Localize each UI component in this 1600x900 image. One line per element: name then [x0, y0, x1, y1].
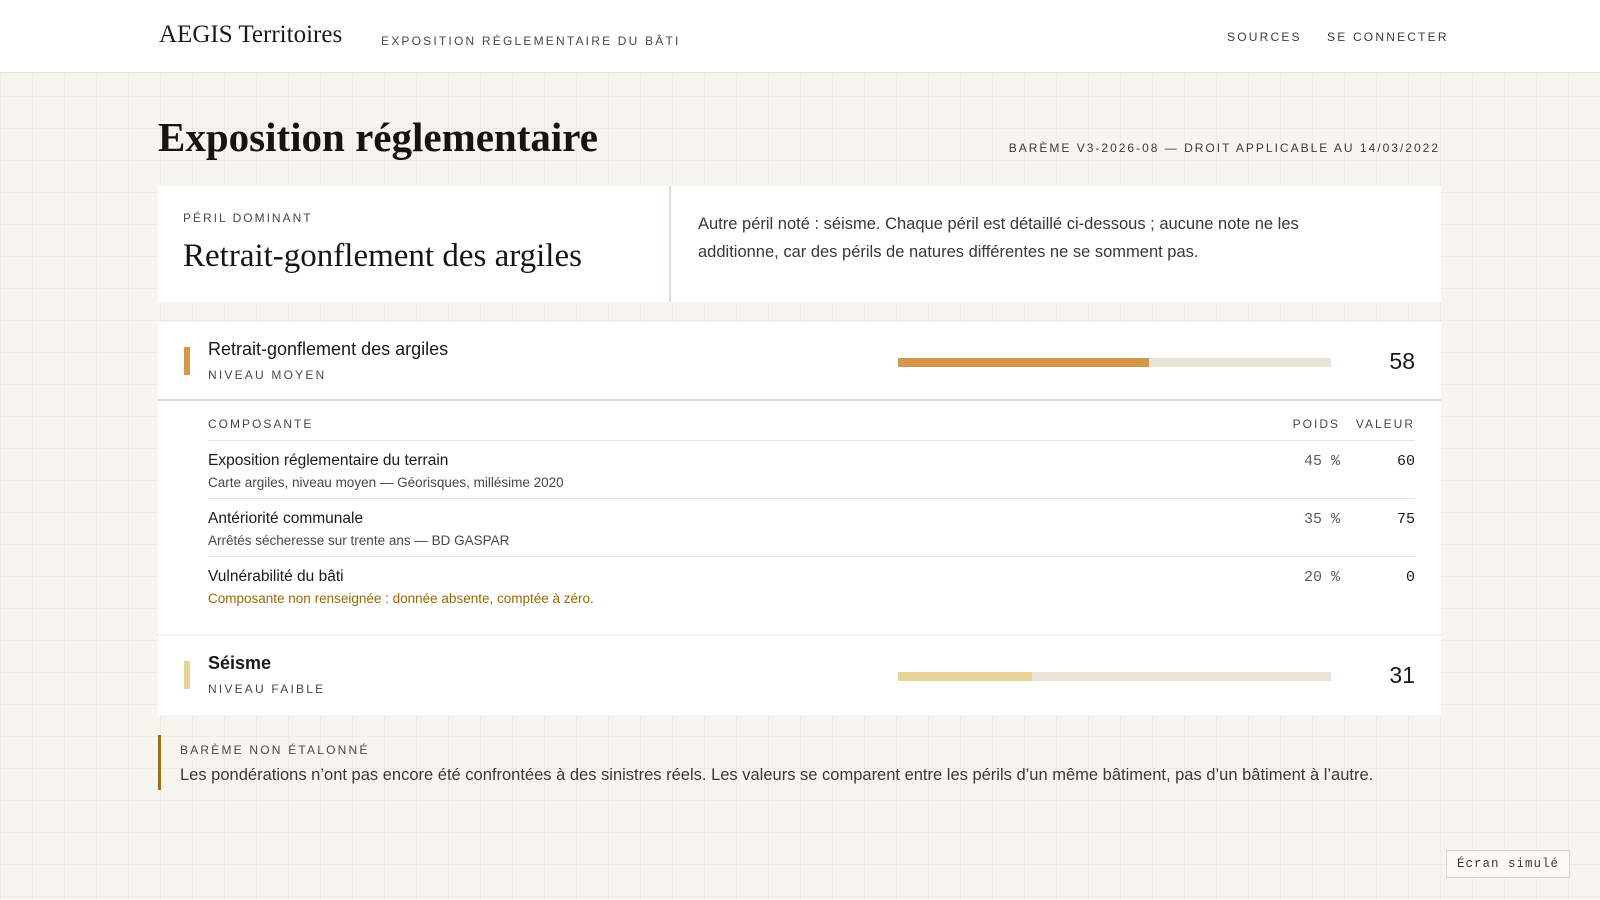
component-name: Exposition réglementaire du terrain	[208, 452, 449, 469]
brand-tagline: EXPOSITION RÉGLEMENTAIRE DU BÂTI	[381, 34, 681, 48]
summary-note: Autre péril noté : séisme. Chaque péril …	[698, 215, 1299, 261]
dominant-peril-name: Retrait-gonflement des argiles	[183, 238, 582, 274]
peril-color-marker	[184, 347, 190, 375]
peril-score-bar-fill	[898, 358, 1150, 367]
component-value: 0	[1405, 569, 1415, 586]
component-weight: 20 %	[1303, 569, 1340, 586]
dominant-peril-summary: PÉRIL DOMINANT Retrait-gonflement des ar…	[158, 186, 1441, 302]
components-table-header: COMPOSANTE POIDS VALEUR	[208, 401, 1415, 441]
peril-score-bar-fill	[898, 672, 1033, 681]
dominant-peril-kicker: PÉRIL DOMINANT	[183, 211, 313, 225]
component-weight: 35 %	[1303, 511, 1340, 528]
peril-level: NIVEAU MOYEN	[208, 368, 327, 382]
peril-name: Retrait-gonflement des argiles	[208, 339, 449, 359]
peril-header-argiles[interactable]: Retrait-gonflement des argiles NIVEAU MO…	[158, 322, 1441, 401]
component-source: Arrêtés sécheresse sur trente ans — BD G…	[208, 533, 510, 548]
brand-logo[interactable]: AEGIS Territoires	[159, 21, 342, 49]
component-missing-warning: Composante non renseignée : donnée absen…	[208, 591, 594, 606]
peril-card-argiles: Retrait-gonflement des argiles NIVEAU MO…	[158, 322, 1441, 634]
component-value: 75	[1396, 511, 1415, 528]
column-header-value: VALEUR	[1355, 417, 1415, 431]
component-weight: 45 %	[1303, 453, 1340, 470]
peril-card-seisme: Séisme NIVEAU FAIBLE 31	[158, 636, 1441, 715]
component-value: 60	[1396, 453, 1415, 470]
peril-score: 58	[1389, 348, 1415, 374]
page-title: Exposition réglementaire	[158, 114, 598, 160]
nav-sources-link[interactable]: SOURCES	[1227, 30, 1302, 44]
table-row: Exposition réglementaire du terrain Cart…	[208, 441, 1415, 499]
table-row: Vulnérabilité du bâti Composante non ren…	[208, 557, 1415, 615]
notice-title: BARÈME NON ÉTALONNÉ	[180, 743, 370, 757]
peril-color-marker	[184, 661, 190, 689]
component-source: Carte argiles, niveau moyen — Géorisques…	[208, 475, 564, 490]
peril-level: NIVEAU FAIBLE	[208, 682, 326, 696]
column-header-weight: POIDS	[1292, 417, 1340, 431]
components-table: COMPOSANTE POIDS VALEUR Exposition régle…	[208, 401, 1415, 615]
peril-header-seisme[interactable]: Séisme NIVEAU FAIBLE 31	[158, 636, 1441, 715]
bareme-meta: BARÈME V3-2026-08 — DROIT APPLICABLE AU …	[1008, 141, 1440, 155]
dominant-peril-panel: PÉRIL DOMINANT Retrait-gonflement des ar…	[158, 186, 671, 302]
peril-score-bar	[898, 672, 1331, 681]
component-name: Vulnérabilité du bâti	[208, 568, 344, 585]
peril-score: 31	[1389, 662, 1415, 688]
column-header-component: COMPOSANTE	[208, 417, 314, 431]
notice-text: Les pondérations n’ont pas encore été co…	[180, 766, 1374, 784]
uncalibrated-notice: BARÈME NON ÉTALONNÉ Les pondérations n’o…	[158, 735, 1418, 790]
nav-login-link[interactable]: SE CONNECTER	[1327, 30, 1449, 44]
table-row: Antériorité communale Arrêtés sécheresse…	[208, 499, 1415, 557]
top-bar: AEGIS Territoires EXPOSITION RÉGLEMENTAI…	[0, 0, 1600, 73]
peril-score-bar	[898, 358, 1331, 367]
simulated-screen-badge: Écran simulé	[1446, 850, 1570, 878]
peril-name: Séisme	[208, 653, 272, 673]
component-name: Antériorité communale	[208, 510, 364, 527]
